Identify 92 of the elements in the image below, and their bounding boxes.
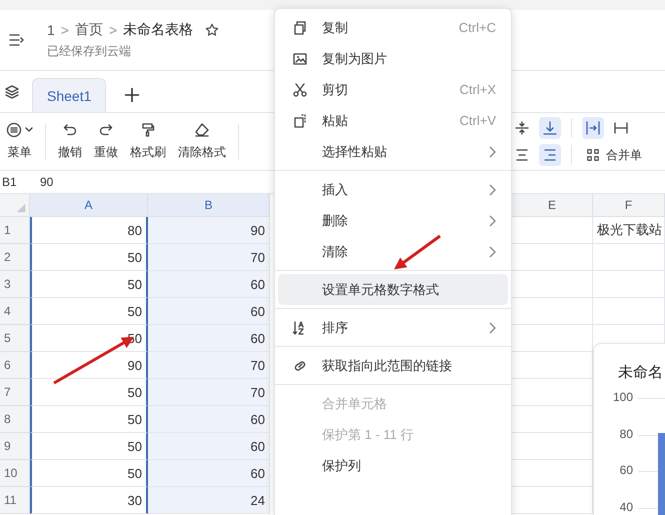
toolbar-button[interactable] xyxy=(539,117,561,139)
breadcrumb-separator: > xyxy=(60,22,69,38)
save-status: 已经保存到云端 xyxy=(47,42,132,60)
menu-item[interactable]: 清除 xyxy=(278,236,508,267)
add-sheet-icon[interactable] xyxy=(124,87,140,103)
star-icon[interactable] xyxy=(205,22,220,36)
merge-cells-button[interactable]: 合并单 xyxy=(582,146,642,164)
table-cell: 90 xyxy=(148,217,270,244)
table-cell: 60 xyxy=(148,271,270,298)
row-header[interactable]: 2 xyxy=(0,244,30,271)
wrap-text-icon xyxy=(585,120,601,136)
table-cell: 70 xyxy=(148,379,270,406)
fit-width-icon xyxy=(613,120,629,136)
align-middle-icon xyxy=(514,120,530,136)
layers-icon[interactable] xyxy=(4,84,20,100)
toolbar-button[interactable]: 清除格式 xyxy=(172,122,232,161)
table-cell: 70 xyxy=(148,352,270,379)
image-icon xyxy=(292,50,308,66)
chevron-right-icon xyxy=(488,322,496,334)
breadcrumb-separator: > xyxy=(108,22,118,38)
toolbar-button[interactable] xyxy=(539,144,561,166)
align-right-icon xyxy=(542,147,558,163)
menu-item[interactable]: 保护列 xyxy=(278,450,508,481)
formula-value: 90 xyxy=(39,175,54,189)
menu-item[interactable]: 剪切 Ctrl+X xyxy=(278,74,508,105)
toolbar-button[interactable]: 重做 xyxy=(88,122,124,161)
undo-icon xyxy=(62,122,78,138)
chart-title: 未命名 xyxy=(618,363,663,382)
menu-item[interactable]: 选择性粘贴 xyxy=(278,136,508,167)
row-header[interactable]: 3 xyxy=(0,271,30,298)
column-header[interactable]: F xyxy=(593,194,665,217)
scissors-icon xyxy=(292,82,308,98)
table-cell: 24 xyxy=(148,487,270,514)
column-header[interactable]: B xyxy=(148,194,270,217)
align-bottom-icon xyxy=(542,120,558,136)
chevron-right-icon xyxy=(488,214,496,226)
menu-item[interactable]: 排序 xyxy=(278,312,508,343)
row-header[interactable]: 9 xyxy=(0,433,30,460)
redo-icon xyxy=(98,122,114,138)
table-cell: 60 xyxy=(148,460,270,487)
toolbar-button[interactable]: 菜单 xyxy=(0,122,39,161)
paste-icon xyxy=(292,112,308,128)
menu-toggle-icon[interactable] xyxy=(9,33,25,47)
merge-cells-icon xyxy=(586,148,600,162)
table-cell xyxy=(593,271,665,298)
table-cell: 60 xyxy=(148,325,270,352)
column-header[interactable]: E xyxy=(512,194,593,217)
menu-item[interactable]: 删除 xyxy=(278,205,508,236)
menu-item[interactable]: 设置单元格数字格式 xyxy=(278,274,508,305)
menu-item[interactable]: 插入 xyxy=(278,174,508,205)
row-header[interactable]: 7 xyxy=(0,379,30,406)
breadcrumb-link[interactable]: 首页 xyxy=(74,20,103,38)
axis-tick-label: 100 xyxy=(612,390,633,404)
toolbar-button[interactable]: 格式刷 xyxy=(124,122,172,161)
eraser-icon xyxy=(194,122,210,138)
document-title: 未命名表格 xyxy=(123,20,194,38)
menu-item[interactable]: 复制为图片 xyxy=(278,43,508,74)
breadcrumb-link[interactable]: 1 xyxy=(47,22,55,38)
table-cell xyxy=(593,244,665,271)
menu-item[interactable]: 粘贴 Ctrl+V xyxy=(278,105,508,136)
sheet-tab[interactable]: Sheet1 xyxy=(32,78,106,112)
axis-tick-label: 40 xyxy=(620,500,633,514)
chevron-right-icon xyxy=(488,246,496,258)
row-header[interactable]: 10 xyxy=(0,460,30,487)
menu-item[interactable]: 获取指向此范围的链接 xyxy=(278,350,508,381)
axis-tick-label: 80 xyxy=(620,426,633,440)
row-header[interactable]: 11 xyxy=(0,487,30,514)
table-cell: 60 xyxy=(148,406,270,433)
row-header[interactable]: 8 xyxy=(0,406,30,433)
row-header[interactable]: 1 xyxy=(0,217,30,244)
chevron-right-icon xyxy=(488,184,496,196)
chevron-right-icon xyxy=(488,146,496,158)
table-cell: 70 xyxy=(148,244,270,271)
table-cell: 60 xyxy=(148,298,270,325)
table-cell: 60 xyxy=(148,433,270,460)
cell-reference: B1 xyxy=(1,175,18,189)
row-header[interactable]: 4 xyxy=(0,298,30,325)
menu-item[interactable]: 复制 Ctrl+C xyxy=(278,12,508,43)
triangle-icon xyxy=(15,202,27,214)
toolbar-button[interactable]: 撤销 xyxy=(52,122,88,161)
annotation-arrow xyxy=(394,234,441,270)
toolbar-button[interactable] xyxy=(582,117,604,139)
menu-icon xyxy=(6,122,22,138)
paint-roller-icon xyxy=(140,122,156,138)
axis-tick-label: 60 xyxy=(620,463,633,477)
row-header[interactable]: 5 xyxy=(0,325,30,352)
column-header[interactable]: A xyxy=(30,194,148,217)
caret-icon xyxy=(25,126,33,134)
row-header[interactable]: 6 xyxy=(0,352,30,379)
align-center-icon xyxy=(514,147,530,163)
copy-icon xyxy=(292,20,308,36)
table-cell: 极光下载站 xyxy=(593,217,665,244)
